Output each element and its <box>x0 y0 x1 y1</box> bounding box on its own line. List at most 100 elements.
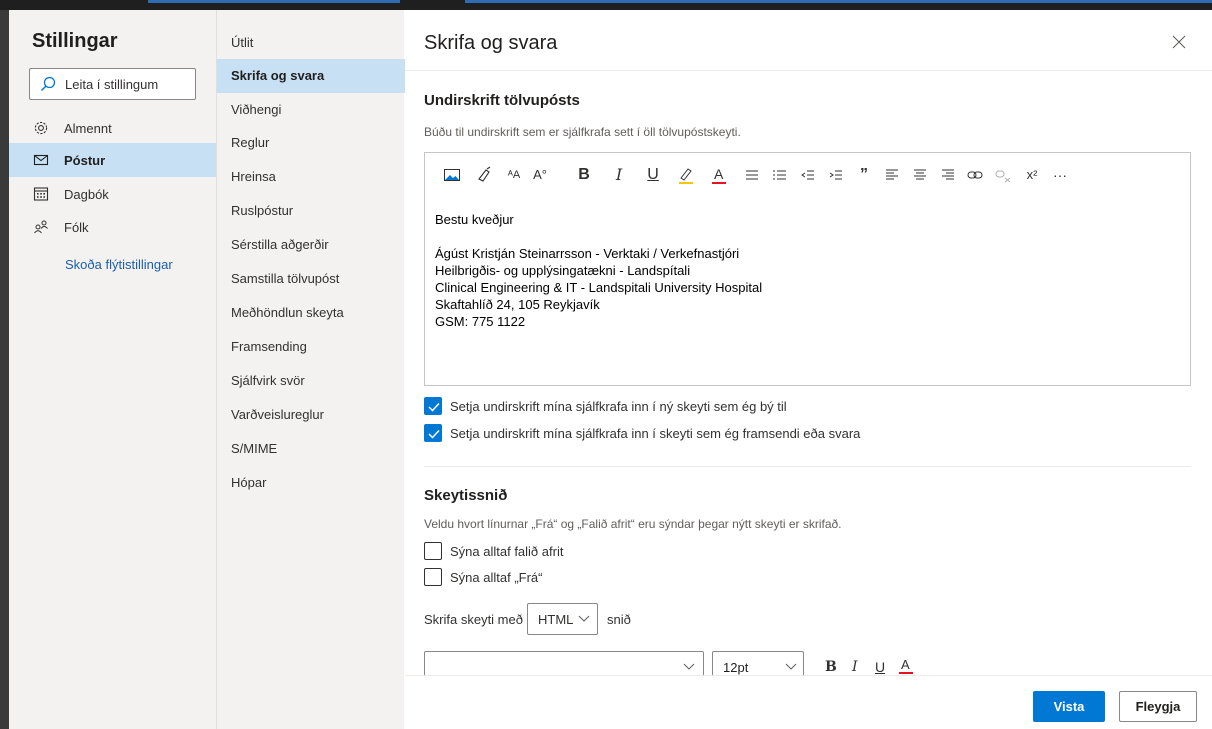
more-options-icon[interactable]: ··· <box>1051 165 1069 185</box>
category-postur[interactable]: Póstur <box>9 143 216 177</box>
section-divider <box>424 466 1191 467</box>
subnav-item-vardveislureglur[interactable]: Varðveislureglur <box>217 398 405 432</box>
signature-line <box>435 228 762 245</box>
subnav-item-vidhengi[interactable]: Viðhengi <box>217 93 405 127</box>
checkmark-icon <box>428 402 440 412</box>
remove-link-icon[interactable] <box>995 167 1011 183</box>
settings-title: Stillingar <box>32 30 118 52</box>
bullets-icon[interactable] <box>745 168 759 182</box>
mail-subsettings-pane: Útlit Skrifa og svara Viðhengi Reglur Hr… <box>216 10 405 729</box>
italic-icon[interactable]: I <box>612 165 626 185</box>
grow-font-icon[interactable]: A° <box>530 165 550 185</box>
subnav-label: Meðhöndlun skeyta <box>231 305 344 320</box>
subnav-item-hopar[interactable]: Hópar <box>217 466 405 500</box>
save-button[interactable]: Vista <box>1033 691 1105 722</box>
increase-indent-icon[interactable] <box>829 168 843 182</box>
dialog-footer: Vista Fleygja <box>405 675 1212 729</box>
underline-icon[interactable]: U <box>645 165 661 185</box>
subnav-item-hreinsa[interactable]: Hreinsa <box>217 160 405 194</box>
subnav-label: Útlit <box>231 35 254 50</box>
align-center-icon[interactable] <box>913 168 927 182</box>
signature-line: Heilbrigðis- og upplýsingatækni - Landsp… <box>435 263 691 278</box>
calendar-icon <box>33 187 49 201</box>
checkbox-checked[interactable] <box>424 424 442 442</box>
highlight-icon[interactable] <box>677 165 695 185</box>
align-right-icon[interactable] <box>941 168 955 182</box>
default-font-color-icon[interactable]: A <box>899 656 913 676</box>
subnav-item-sjalfvirk-svor[interactable]: Sjálfvirk svör <box>217 364 405 398</box>
message-format-heading: Skeytissnið <box>424 487 508 504</box>
category-label: Dagbók <box>64 187 109 202</box>
numbering-icon[interactable] <box>773 168 787 182</box>
subnav-label: Sérstilla aðgerðir <box>231 237 329 252</box>
superscript-icon[interactable]: x² <box>1025 165 1039 185</box>
category-dagbok[interactable]: Dagbók <box>9 177 216 211</box>
category-label: Almennt <box>64 121 112 136</box>
checkbox-checked[interactable] <box>424 397 442 415</box>
subnav-item-ruslpostur[interactable]: Ruslpóstur <box>217 194 405 228</box>
subnav-item-medhondlun-skeyta[interactable]: Meðhöndlun skeyta <box>217 296 405 330</box>
discard-button[interactable]: Fleygja <box>1119 691 1197 722</box>
compose-format-dropdown[interactable]: HTML <box>527 603 598 635</box>
chevron-down-icon <box>683 663 695 670</box>
category-folk[interactable]: Fólk <box>9 210 216 244</box>
subnav-item-smime[interactable]: S/MIME <box>217 432 405 466</box>
settings-dialog: Stillingar Leita í stillingum Almennt Pó… <box>9 10 1212 729</box>
checkbox-label: Sýna alltaf „Frá“ <box>450 570 543 585</box>
format-painter-icon[interactable] <box>477 166 493 184</box>
search-icon <box>41 76 56 91</box>
align-left-icon[interactable] <box>885 168 899 182</box>
content-header: Skrifa og svara <box>405 10 1212 71</box>
view-quick-settings-link[interactable]: Skoða flýtistillingar <box>65 257 173 272</box>
subnav-item-utlit[interactable]: Útlit <box>217 26 405 60</box>
svg-text:A: A <box>901 657 910 672</box>
checkbox-label: Setja undirskrift mína sjálfkrafa inn í … <box>450 399 787 414</box>
settings-search-input[interactable]: Leita í stillingum <box>29 68 196 100</box>
chevron-down-icon <box>785 663 797 670</box>
default-underline-icon[interactable]: U <box>875 659 885 675</box>
close-icon[interactable] <box>1171 34 1187 50</box>
compose-format-suffix: snið <box>607 612 631 627</box>
signature-line: Bestu kveðjur <box>435 212 514 227</box>
decrease-indent-icon[interactable] <box>801 168 815 182</box>
subnav-label: Hreinsa <box>231 169 276 184</box>
signature-line: Ágúst Kristján Steinarrsson - Verktaki /… <box>435 246 740 261</box>
signature-text[interactable]: Bestu kveðjur Ágúst Kristján Steinarrsso… <box>435 211 762 330</box>
subnav-label: Reglur <box>231 135 270 150</box>
category-label: Póstur <box>64 153 106 168</box>
subnav-item-samstilla-tolvupost[interactable]: Samstilla tölvupóst <box>217 262 405 296</box>
subnav-label: Samstilla tölvupóst <box>231 271 340 286</box>
subnav-label: Skrifa og svara <box>231 68 325 83</box>
checkbox-unchecked[interactable] <box>424 542 442 560</box>
search-placeholder: Leita í stillingum <box>65 77 159 92</box>
subnav-item-reglur[interactable]: Reglur <box>217 126 405 160</box>
signature-editor[interactable]: ᴬA A° B I U A ” x² ··· Bestu kveðjur Ágú… <box>424 152 1191 386</box>
checkmark-icon <box>428 429 440 439</box>
top-strip <box>0 0 1212 10</box>
gear-icon <box>34 121 48 135</box>
quote-icon[interactable]: ” <box>857 165 871 185</box>
subnav-label: Ruslpóstur <box>231 203 294 218</box>
top-accent-bar <box>148 0 400 3</box>
signature-heading: Undirskrift tölvupósts <box>424 92 580 109</box>
category-almennt[interactable]: Almennt <box>9 111 216 145</box>
insert-picture-icon[interactable] <box>443 167 461 183</box>
checkbox-label: Setja undirskrift mína sjálfkrafa inn í … <box>450 426 861 441</box>
font-size-icon[interactable]: ᴬA <box>504 165 524 185</box>
subnav-label: Hópar <box>231 475 267 490</box>
subnav-item-skrifa-og-svara[interactable]: Skrifa og svara <box>217 59 405 93</box>
bold-icon[interactable]: B <box>576 165 592 185</box>
compose-format-prefix: Skrifa skeyti með <box>424 612 523 627</box>
category-label: Fólk <box>64 220 89 235</box>
link-icon[interactable] <box>967 167 983 183</box>
formatting-toolbar: ᴬA A° B I U A ” x² ··· <box>425 153 1190 197</box>
checkbox-unchecked[interactable] <box>424 568 442 586</box>
svg-text:A: A <box>714 166 724 182</box>
page-title: Skrifa og svara <box>424 32 558 54</box>
subnav-item-serstilla-adgerdir[interactable]: Sérstilla aðgerðir <box>217 228 405 262</box>
default-italic-icon[interactable]: I <box>852 659 858 675</box>
subnav-item-framsending[interactable]: Framsending <box>217 330 405 364</box>
font-color-icon[interactable]: A <box>711 165 727 185</box>
default-bold-icon[interactable]: B <box>825 659 837 675</box>
compose-format-value: HTML <box>538 612 574 627</box>
